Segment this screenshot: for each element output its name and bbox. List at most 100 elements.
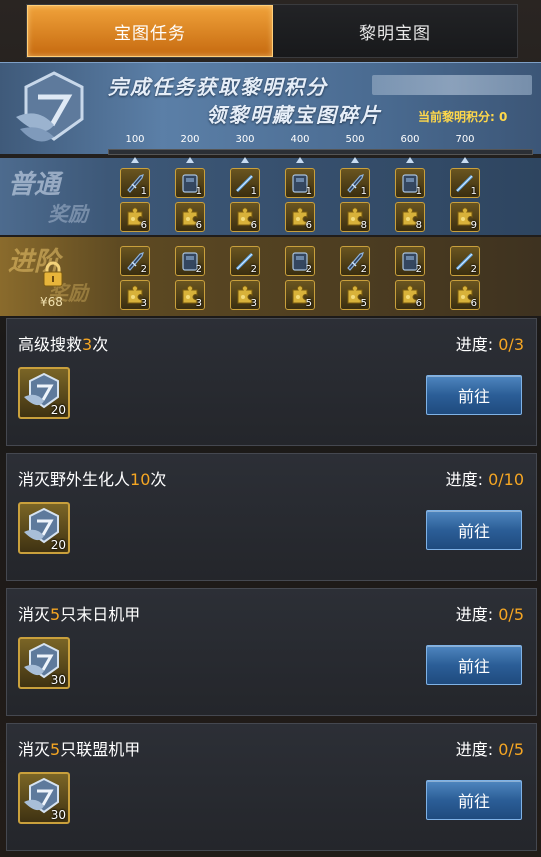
reward-cell[interactable]: 1 [340,168,370,198]
reward-count: 3 [140,298,147,309]
reward-cell[interactable]: 6 [395,280,425,310]
progress-label: 进度: [455,605,494,624]
reward-count: 2 [415,264,422,275]
reward-count: 1 [195,186,202,197]
reward-cell[interactable]: 5 [285,280,315,310]
reward-cell[interactable]: 2 [230,246,260,276]
progress-label: 进度: [455,335,494,354]
dawn-points-reward[interactable]: 30 [18,637,70,689]
blurred-info [372,75,532,95]
reward-quantity: 20 [50,538,66,552]
reward-count: 1 [305,186,312,197]
reward-cell[interactable]: 1 [230,168,260,198]
milestone-arrow-icon [406,157,414,163]
dawn-points-reward[interactable]: 20 [18,502,70,554]
progress-value: 0/5 [498,740,524,759]
reward-cell[interactable]: 3 [175,280,205,310]
reward-quantity: 30 [50,673,66,687]
reward-cell[interactable]: 1 [175,168,205,198]
task-title-post: 只末日机甲 [60,605,141,624]
reward-count: 3 [250,298,257,309]
reward-cell[interactable]: 3 [120,280,150,310]
milestone-arrow-icon [351,157,359,163]
milestone-arrow-icon [461,157,469,163]
progress-track [108,149,533,155]
reward-count: 8 [415,220,422,231]
task-title-count: 5 [50,605,61,624]
task-progress: 进度: 0/5 [456,736,524,760]
reward-cell[interactable]: 2 [175,246,205,276]
task-title: 消灭野外生化人10次 [18,466,166,490]
task-title: 消灭5只联盟机甲 [18,736,140,760]
go-button[interactable]: 前往 [426,780,522,820]
reward-cell[interactable]: 2 [120,246,150,276]
task-title-post: 次 [150,470,167,489]
task-card: 高级搜救3次 进度: 0/3 20 前往 [6,318,537,446]
tab-treasure-tasks[interactable]: 宝图任务 [27,5,273,57]
reward-cell[interactable]: 1 [120,168,150,198]
reward-cell[interactable]: 2 [450,246,480,276]
reward-cell[interactable]: 3 [230,280,260,310]
reward-quantity: 20 [50,403,66,417]
reward-count: 2 [360,264,367,275]
go-button[interactable]: 前往 [426,645,522,685]
reward-cell[interactable]: 5 [340,280,370,310]
task-title-count: 3 [82,335,93,354]
milestone-row: 100 200 300 400 500 600 700 [0,134,541,148]
progress-value: 0/10 [488,470,524,489]
current-points: 当前黎明积分: 0 [418,110,508,124]
reward-cell[interactable]: 8 [395,202,425,232]
reward-cell[interactable]: 1 [395,168,425,198]
unlock-price: ¥68 [40,295,63,309]
reward-cell[interactable]: 6 [285,202,315,232]
reward-count: 9 [470,220,477,231]
tab-bar: 宝图任务 黎明宝图 [26,4,518,58]
reward-cell[interactable]: 2 [395,246,425,276]
task-title-post: 只联盟机甲 [60,740,141,759]
reward-cell[interactable]: 9 [450,202,480,232]
dawn-points-reward[interactable]: 30 [18,772,70,824]
reward-count: 6 [415,298,422,309]
task-panel: 宝图任务 黎明宝图 完成任务获取黎明积分 领黎明藏宝图碎片 当前黎明积分: 0 … [0,0,541,857]
task-progress: 进度: 0/10 [446,466,524,490]
reward-count: 6 [305,220,312,231]
task-title-count: 10 [130,470,151,489]
dawn-points-reward[interactable]: 20 [18,367,70,419]
task-card: 消灭野外生化人10次 进度: 0/10 20 前往 [6,453,537,581]
reward-cell[interactable]: 1 [450,168,480,198]
tab-dawn-map[interactable]: 黎明宝图 [273,5,517,57]
progress-value: 0/3 [498,335,524,354]
reward-cell[interactable]: 6 [450,280,480,310]
progress-label: 进度: [445,470,483,489]
task-title: 高级搜救3次 [18,331,108,355]
banner-headline: 完成任务获取黎明积分 [108,75,328,99]
reward-cell[interactable]: 1 [285,168,315,198]
task-progress: 进度: 0/5 [456,601,524,625]
reward-count: 6 [470,298,477,309]
reward-count: 1 [360,186,367,197]
go-button[interactable]: 前往 [426,510,522,550]
reward-cell[interactable]: 6 [120,202,150,232]
task-title-pre: 消灭 [18,605,51,624]
reward-count: 1 [470,186,477,197]
reward-count: 2 [250,264,257,275]
reward-quantity: 30 [50,808,66,822]
task-card: 消灭5只联盟机甲 进度: 0/5 30 前往 [6,723,537,851]
progress-label: 进度: [455,740,494,759]
task-title: 消灭5只末日机甲 [18,601,140,625]
milestone-arrow-icon [131,157,139,163]
reward-cell[interactable]: 2 [285,246,315,276]
reward-cell[interactable]: 2 [340,246,370,276]
reward-cell[interactable]: 8 [340,202,370,232]
milestone-arrow-icon [186,157,194,163]
reward-count: 5 [305,298,312,309]
reward-cell[interactable]: 6 [175,202,205,232]
reward-cell[interactable]: 6 [230,202,260,232]
task-title-pre: 消灭 [18,740,51,759]
go-button[interactable]: 前往 [426,375,522,415]
milestone-label: 500 [345,134,365,145]
reward-count: 2 [140,264,147,275]
task-title-pre: 消灭野外生化人 [18,470,131,489]
milestone-label: 400 [290,134,310,145]
lock-icon[interactable] [42,261,64,287]
